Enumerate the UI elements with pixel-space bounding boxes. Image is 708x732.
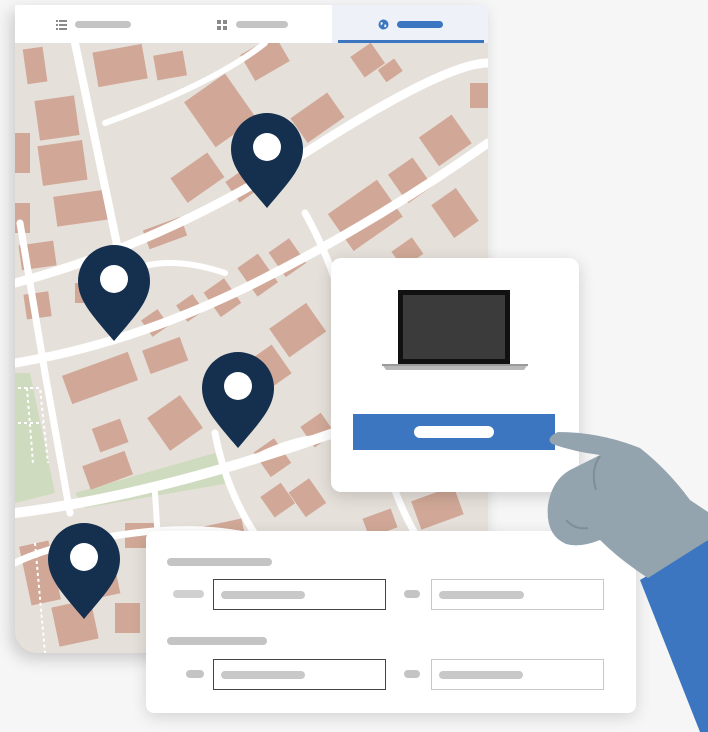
tab-label-placeholder xyxy=(235,20,288,28)
tab-label-placeholder xyxy=(396,20,443,28)
tab-list-view[interactable] xyxy=(15,5,172,43)
field-value-placeholder xyxy=(439,670,523,679)
field-label-placeholder xyxy=(173,590,204,598)
map-pin-2[interactable] xyxy=(78,245,150,341)
map-pin-4[interactable] xyxy=(48,523,120,619)
field-value-placeholder xyxy=(221,670,305,679)
field-label-placeholder xyxy=(404,670,420,678)
field-label-placeholder xyxy=(404,590,420,598)
tab-label-placeholder xyxy=(75,20,131,28)
tab-grid-view[interactable] xyxy=(172,5,332,43)
tab-map-view[interactable] xyxy=(332,5,488,43)
text-field[interactable] xyxy=(213,579,386,610)
form-panel xyxy=(146,531,636,713)
button-label-placeholder xyxy=(414,426,494,438)
location-popup xyxy=(331,258,579,492)
laptop-icon xyxy=(382,290,528,370)
field-value-placeholder xyxy=(221,590,305,599)
text-field[interactable] xyxy=(213,659,386,690)
field-value-placeholder xyxy=(439,590,524,599)
section-heading-placeholder xyxy=(167,558,272,566)
grid-icon xyxy=(216,19,227,30)
list-icon xyxy=(56,19,67,30)
section-heading-placeholder xyxy=(167,637,267,645)
field-label-placeholder xyxy=(186,670,204,678)
action-button[interactable] xyxy=(353,414,555,450)
text-field[interactable] xyxy=(431,659,604,690)
text-field[interactable] xyxy=(431,579,604,610)
view-tabs xyxy=(15,5,488,44)
globe-icon xyxy=(378,19,388,29)
